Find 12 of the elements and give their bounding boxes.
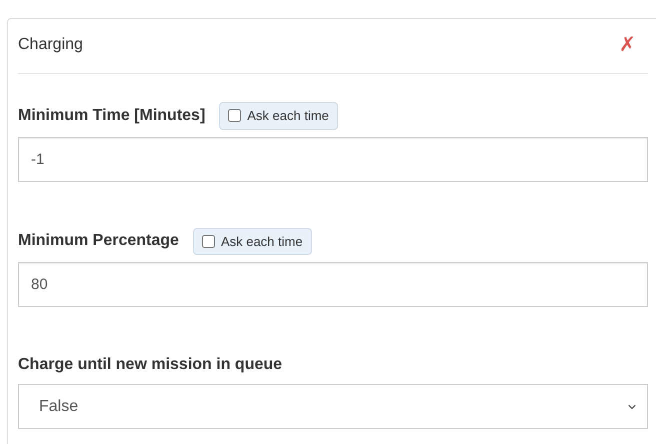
checkbox[interactable] [202, 234, 215, 248]
ask-each-time-toggle[interactable]: Ask each time [219, 102, 338, 130]
input-field[interactable]: 80 [18, 262, 648, 307]
field-label: Minimum Percentage [18, 231, 179, 252]
close-button[interactable]: ✗ [619, 35, 636, 55]
field-label: Charge until new mission in queue [18, 355, 282, 375]
field-label: Minimum Time [Minutes] [18, 106, 206, 126]
input-field[interactable]: -1 [18, 136, 648, 182]
panel-title: Charging [18, 35, 83, 55]
checkbox[interactable] [228, 109, 242, 122]
select-field[interactable]: False [18, 384, 648, 429]
ask-each-time-toggle[interactable]: Ask each time [192, 228, 312, 255]
